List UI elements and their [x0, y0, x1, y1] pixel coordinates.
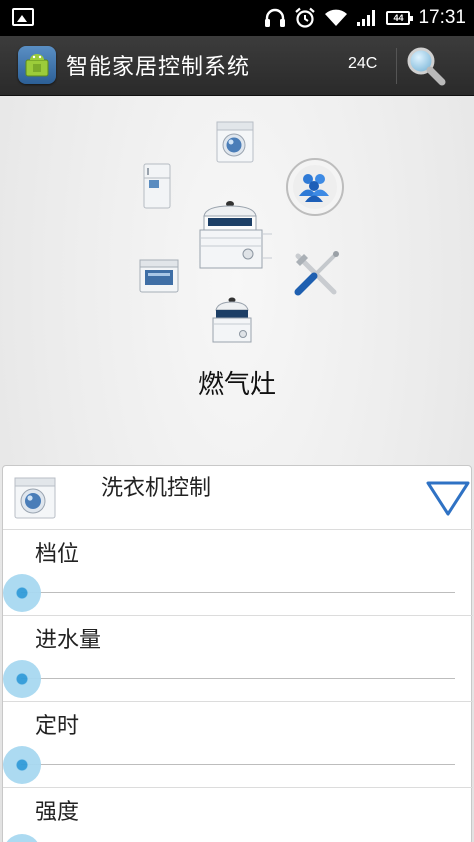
collapse-button[interactable] [425, 478, 471, 518]
timer-row: 定时 [3, 702, 473, 788]
wifi-icon [325, 9, 348, 26]
gear-level-label: 档位 [35, 542, 80, 567]
search-button[interactable] [404, 44, 448, 88]
refrigerator-icon[interactable] [140, 162, 174, 214]
water-intake-slider-track[interactable] [21, 678, 455, 679]
intensity-row: 强度 [3, 788, 473, 842]
battery-level: 44 [393, 13, 404, 23]
washing-machine-thumb-icon [13, 476, 57, 524]
washing-machine-control-panel: 洗衣机控制 档位 进水量 定时 强度 [2, 465, 473, 842]
selected-device-label: 燃气灶 [197, 370, 276, 400]
signal-icon [357, 10, 376, 26]
headset-icon [265, 8, 286, 27]
action-bar: 智能家居控制系统 24C [0, 36, 474, 96]
gear-level-row: 档位 [3, 530, 473, 616]
battery-icon: 44 [386, 11, 414, 25]
cooker-icon[interactable] [210, 294, 260, 350]
triangle-down-icon [426, 481, 470, 516]
water-intake-slider-thumb[interactable] [3, 660, 41, 698]
panel-title: 洗衣机控制 [101, 476, 212, 501]
app-title: 智能家居控制系统 [66, 55, 251, 80]
status-icons: 44 17:31 [264, 0, 466, 36]
android-app-icon[interactable] [18, 46, 56, 84]
action-bar-divider [396, 48, 397, 84]
gear-level-slider-track[interactable] [21, 592, 455, 593]
tools-icon[interactable] [290, 248, 342, 304]
clock: 17:31 [418, 7, 466, 28]
timer-label: 定时 [35, 714, 80, 739]
search-icon [407, 47, 446, 86]
timer-slider-thumb[interactable] [3, 746, 41, 784]
water-intake-label: 进水量 [35, 628, 102, 653]
gas-stove-icon[interactable] [196, 194, 276, 278]
gear-level-slider-thumb[interactable] [3, 574, 41, 612]
intensity-label: 强度 [35, 800, 80, 825]
alarm-icon [295, 7, 316, 28]
oven-icon[interactable] [138, 256, 180, 300]
washing-machine-icon[interactable] [216, 120, 254, 168]
timer-slider-track[interactable] [21, 764, 455, 765]
water-intake-row: 进水量 [3, 616, 473, 702]
contacts-icon[interactable] [284, 156, 346, 222]
image-icon [12, 8, 34, 26]
status-bar: 44 17:31 [0, 0, 474, 36]
temperature-readout: 24C [348, 55, 378, 72]
intensity-slider-thumb[interactable] [3, 834, 41, 842]
panel-header: 洗衣机控制 [3, 466, 473, 530]
main-area: 燃气灶 洗衣机控制 档位 进水量 定时 强度 [0, 96, 474, 842]
